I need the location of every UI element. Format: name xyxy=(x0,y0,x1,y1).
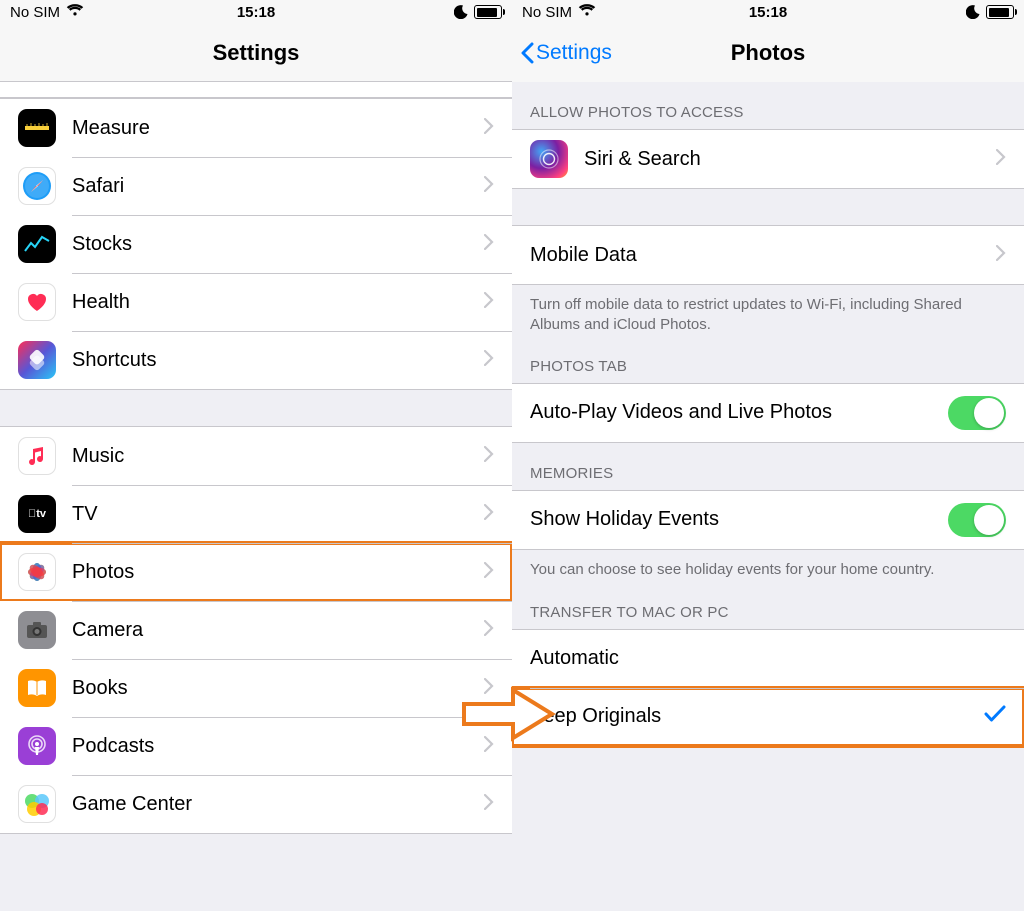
chevron-right-icon xyxy=(484,504,494,525)
battery-icon xyxy=(986,5,1014,19)
page-title: Settings xyxy=(0,40,512,66)
chevron-right-icon xyxy=(484,562,494,583)
chevron-right-icon xyxy=(996,245,1006,266)
tv-icon: tv xyxy=(18,495,56,533)
row-label: Health xyxy=(72,291,484,314)
status-bar: No SIM 15:18 xyxy=(0,0,512,24)
gamecenter-icon xyxy=(18,785,56,823)
wifi-icon xyxy=(578,3,596,21)
row-autoplay[interactable]: Auto-Play Videos and Live Photos xyxy=(512,384,1024,442)
settings-list[interactable]: Measure Safari Stocks xyxy=(0,82,512,911)
row-transfer-automatic[interactable]: Automatic xyxy=(512,630,1024,688)
chevron-right-icon xyxy=(484,736,494,757)
checkmark-icon xyxy=(984,705,1006,728)
settings-row-gamecenter[interactable]: Game Center xyxy=(0,775,512,833)
row-siri-search[interactable]: Siri & Search xyxy=(512,130,1024,188)
row-label: Game Center xyxy=(72,793,484,816)
row-label: Stocks xyxy=(72,233,484,256)
row-label: Mobile Data xyxy=(530,244,996,267)
photos-icon xyxy=(18,553,56,591)
measure-icon xyxy=(18,109,56,147)
battery-icon xyxy=(474,5,502,19)
health-icon xyxy=(18,283,56,321)
settings-row-camera[interactable]: Camera xyxy=(0,601,512,659)
row-label: Photos xyxy=(72,561,484,584)
section-header-access: ALLOW PHOTOS TO ACCESS xyxy=(512,82,1024,129)
chevron-right-icon xyxy=(484,446,494,467)
settings-row-safari[interactable]: Safari xyxy=(0,157,512,215)
row-label: Music xyxy=(72,445,484,468)
row-label: Books xyxy=(72,677,484,700)
settings-screen: No SIM 15:18 Settings Measure xyxy=(0,0,512,911)
dnd-moon-icon xyxy=(966,5,980,19)
siri-icon xyxy=(530,140,568,178)
books-icon xyxy=(18,669,56,707)
chevron-right-icon xyxy=(484,292,494,313)
row-label: TV xyxy=(72,503,484,526)
settings-row-photos[interactable]: Photos xyxy=(0,543,512,601)
row-mobile-data[interactable]: Mobile Data xyxy=(512,226,1024,284)
row-label: Siri & Search xyxy=(584,148,996,171)
stocks-icon xyxy=(18,225,56,263)
row-label: Keep Originals xyxy=(530,705,984,728)
settings-row-music[interactable]: Music xyxy=(0,427,512,485)
chevron-right-icon xyxy=(484,234,494,255)
row-label: Show Holiday Events xyxy=(530,508,948,531)
settings-row-books[interactable]: Books xyxy=(0,659,512,717)
music-icon xyxy=(18,437,56,475)
photos-settings-screen: No SIM 15:18 Settings Photos ALLOW PHOTO… xyxy=(512,0,1024,911)
chevron-right-icon xyxy=(484,350,494,371)
section-header-photostab: PHOTOS TAB xyxy=(512,346,1024,383)
back-button[interactable]: Settings xyxy=(512,41,612,65)
chevron-right-icon xyxy=(484,176,494,197)
row-label: Measure xyxy=(72,117,484,140)
chevron-right-icon xyxy=(996,149,1006,170)
settings-row-tv[interactable]: tv TV xyxy=(0,485,512,543)
dnd-moon-icon xyxy=(454,5,468,19)
settings-row-measure[interactable]: Measure xyxy=(0,99,512,157)
row-label: Safari xyxy=(72,175,484,198)
partial-row-top xyxy=(0,82,512,98)
nav-bar: Settings Photos xyxy=(512,24,1024,82)
section-header-transfer: TRANSFER TO MAC OR PC xyxy=(512,590,1024,629)
safari-icon xyxy=(18,167,56,205)
row-transfer-keep-originals[interactable]: Keep Originals xyxy=(512,688,1024,746)
chevron-right-icon xyxy=(484,118,494,139)
chevron-right-icon xyxy=(484,620,494,641)
section-footer-holiday: You can choose to see holiday events for… xyxy=(512,550,1024,590)
status-bar: No SIM 15:18 xyxy=(512,0,1024,24)
shortcuts-icon xyxy=(18,341,56,379)
row-label: Shortcuts xyxy=(72,349,484,372)
row-label: Camera xyxy=(72,619,484,642)
settings-row-stocks[interactable]: Stocks xyxy=(0,215,512,273)
carrier-label: No SIM xyxy=(522,4,572,21)
chevron-right-icon xyxy=(484,678,494,699)
photos-settings-list[interactable]: ALLOW PHOTOS TO ACCESS Siri & Search Mob… xyxy=(512,82,1024,911)
settings-row-health[interactable]: Health xyxy=(0,273,512,331)
toggle-switch[interactable] xyxy=(948,503,1006,537)
carrier-label: No SIM xyxy=(10,4,60,21)
row-label: Podcasts xyxy=(72,735,484,758)
chevron-right-icon xyxy=(484,794,494,815)
section-header-memories: MEMORIES xyxy=(512,443,1024,490)
camera-icon xyxy=(18,611,56,649)
settings-row-shortcuts[interactable]: Shortcuts xyxy=(0,331,512,389)
section-footer-mobiledata: Turn off mobile data to restrict updates… xyxy=(512,285,1024,346)
row-holiday-events[interactable]: Show Holiday Events xyxy=(512,491,1024,549)
toggle-switch[interactable] xyxy=(948,396,1006,430)
row-label: Automatic xyxy=(530,647,1006,670)
settings-row-podcasts[interactable]: Podcasts xyxy=(0,717,512,775)
row-label: Auto-Play Videos and Live Photos xyxy=(530,401,948,424)
podcasts-icon xyxy=(18,727,56,765)
back-label: Settings xyxy=(536,41,612,65)
nav-bar: Settings xyxy=(0,24,512,82)
wifi-icon xyxy=(66,3,84,21)
